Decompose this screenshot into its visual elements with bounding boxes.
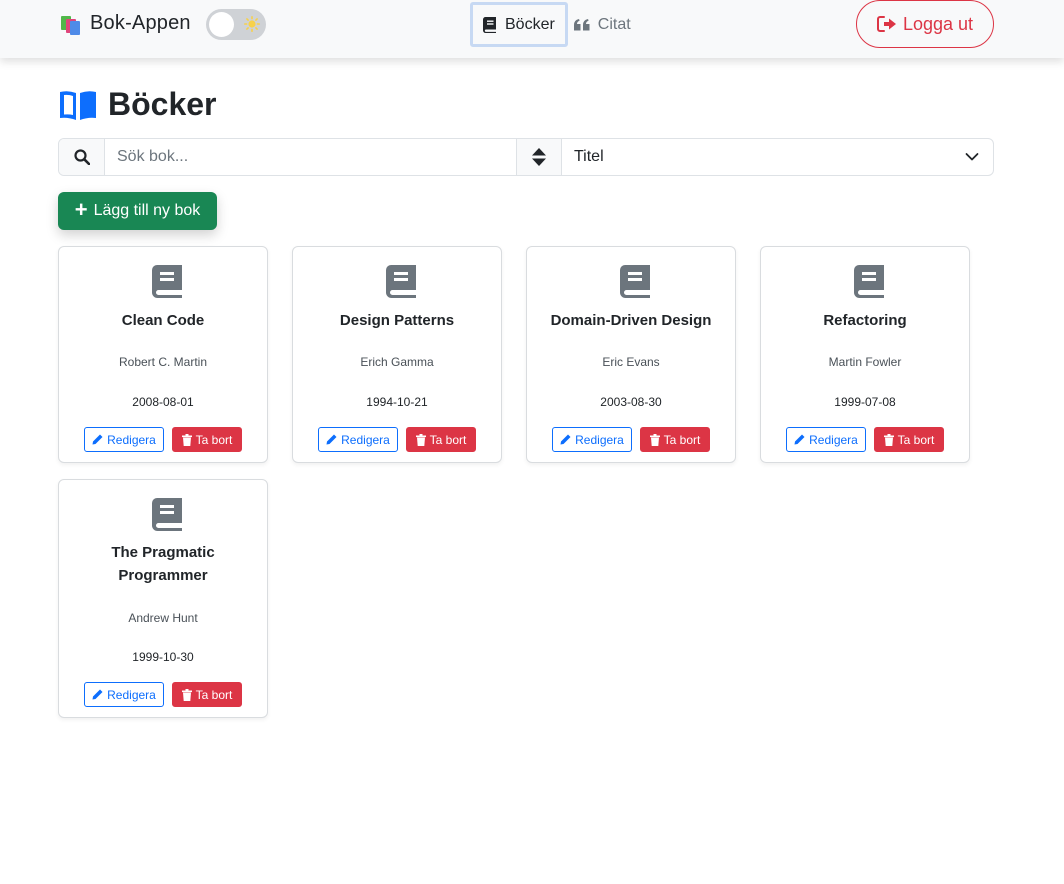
- book-card: Design Patterns Erich Gamma 1994-10-21 R…: [292, 246, 502, 463]
- delete-label: Ta bort: [897, 432, 935, 447]
- card-actions: Redigera Ta bort: [59, 427, 267, 452]
- logout-label: Logga ut: [902, 13, 974, 34]
- card-actions: Redigera Ta bort: [527, 427, 735, 452]
- pencil-icon: [92, 689, 103, 700]
- sort-icon[interactable]: [516, 139, 562, 175]
- book-card: The Pragmatic Programmer Andrew Hunt 199…: [58, 479, 268, 718]
- book-author: Eric Evans: [602, 355, 660, 369]
- delete-label: Ta bort: [663, 432, 701, 447]
- book-icon: [620, 265, 650, 298]
- book-author: Robert C. Martin: [118, 355, 208, 369]
- book-icon: [386, 265, 416, 298]
- plus-icon: +: [74, 197, 88, 222]
- toggle-knob: [209, 12, 234, 37]
- navbar: Bok-Appen Böcker Citat Logga ut: [0, 0, 1064, 58]
- trash-icon: [649, 433, 660, 446]
- edit-button[interactable]: Redigera: [84, 427, 164, 452]
- book-card: Clean Code Robert C. Martin 2008-08-01 R…: [58, 246, 268, 463]
- edit-label: Redigera: [107, 687, 156, 702]
- edit-label: Redigera: [107, 432, 156, 447]
- edit-button[interactable]: Redigera: [84, 682, 164, 707]
- pencil-icon: [794, 434, 805, 445]
- sort-select-value: Titel: [574, 148, 604, 165]
- search-bar: Titel: [58, 138, 994, 176]
- delete-label: Ta bort: [429, 432, 467, 447]
- book-card: Domain-Driven Design Eric Evans 2003-08-…: [526, 246, 736, 463]
- edit-label: Redigera: [575, 432, 624, 447]
- book-card: Refactoring Martin Fowler 1999-07-08 Red…: [760, 246, 970, 463]
- search-input[interactable]: [105, 139, 516, 175]
- book-author: Andrew Hunt: [128, 611, 198, 625]
- delete-button[interactable]: Ta bort: [874, 427, 944, 452]
- book-date: 2003-08-30: [600, 395, 662, 409]
- book-icon: [483, 16, 497, 33]
- book-icon: [854, 265, 884, 298]
- page-header: Böcker: [60, 86, 217, 123]
- trash-icon: [883, 433, 894, 446]
- book-title: Design Patterns: [339, 312, 455, 329]
- tab-quotes-label: Citat: [597, 15, 631, 33]
- pencil-icon: [560, 434, 571, 445]
- book-date: 1999-10-30: [132, 650, 194, 664]
- sort-select[interactable]: Titel: [562, 139, 993, 175]
- delete-button[interactable]: Ta bort: [640, 427, 710, 452]
- pencil-icon: [92, 434, 103, 445]
- add-book-label: Lägg till ny bok: [93, 202, 201, 219]
- theme-toggle[interactable]: [206, 9, 266, 40]
- sign-out-icon: [876, 16, 897, 32]
- tab-quotes[interactable]: Citat: [568, 2, 641, 47]
- book-author: Erich Gamma: [360, 355, 434, 369]
- book-icon: [152, 265, 182, 298]
- book-date: 1999-07-08: [834, 395, 896, 409]
- delete-button[interactable]: Ta bort: [172, 427, 242, 452]
- edit-label: Redigera: [341, 432, 390, 447]
- edit-label: Redigera: [809, 432, 858, 447]
- edit-button[interactable]: Redigera: [552, 427, 632, 452]
- books-logo-icon: [60, 13, 82, 35]
- card-actions: Redigera Ta bort: [293, 427, 501, 452]
- card-actions: Redigera Ta bort: [59, 682, 267, 707]
- trash-icon: [415, 433, 426, 446]
- page-title: Böcker: [108, 86, 217, 122]
- trash-icon: [181, 433, 192, 446]
- tab-books[interactable]: Böcker: [470, 2, 568, 47]
- delete-button[interactable]: Ta bort: [172, 682, 242, 707]
- edit-button[interactable]: Redigera: [786, 427, 866, 452]
- logout-button[interactable]: Logga ut: [856, 0, 994, 48]
- book-icon: [152, 498, 182, 531]
- brand-name: Bok-Appen: [90, 12, 191, 34]
- brand[interactable]: Bok-Appen: [60, 12, 191, 35]
- book-date: 1994-10-21: [366, 395, 428, 409]
- delete-button[interactable]: Ta bort: [406, 427, 476, 452]
- book-title: Refactoring: [823, 312, 907, 329]
- sun-icon: [244, 16, 260, 32]
- add-book-button[interactable]: + Lägg till ny bok: [58, 192, 217, 230]
- quote-icon: [573, 18, 590, 31]
- card-actions: Redigera Ta bort: [761, 427, 969, 452]
- nav-tabs: Böcker Citat: [470, 2, 641, 47]
- book-title: Domain-Driven Design: [550, 312, 712, 329]
- book-date: 2008-08-01: [132, 395, 194, 409]
- book-title: Clean Code: [121, 312, 205, 329]
- open-book-icon: [60, 90, 96, 120]
- trash-icon: [181, 688, 192, 701]
- pencil-icon: [326, 434, 337, 445]
- search-icon: [59, 139, 105, 175]
- delete-label: Ta bort: [195, 687, 233, 702]
- tab-books-label: Böcker: [505, 15, 555, 33]
- chevron-down-icon: [965, 153, 979, 161]
- delete-label: Ta bort: [195, 432, 233, 447]
- edit-button[interactable]: Redigera: [318, 427, 398, 452]
- book-title: The Pragmatic Programmer: [111, 544, 215, 584]
- book-author: Martin Fowler: [828, 355, 902, 369]
